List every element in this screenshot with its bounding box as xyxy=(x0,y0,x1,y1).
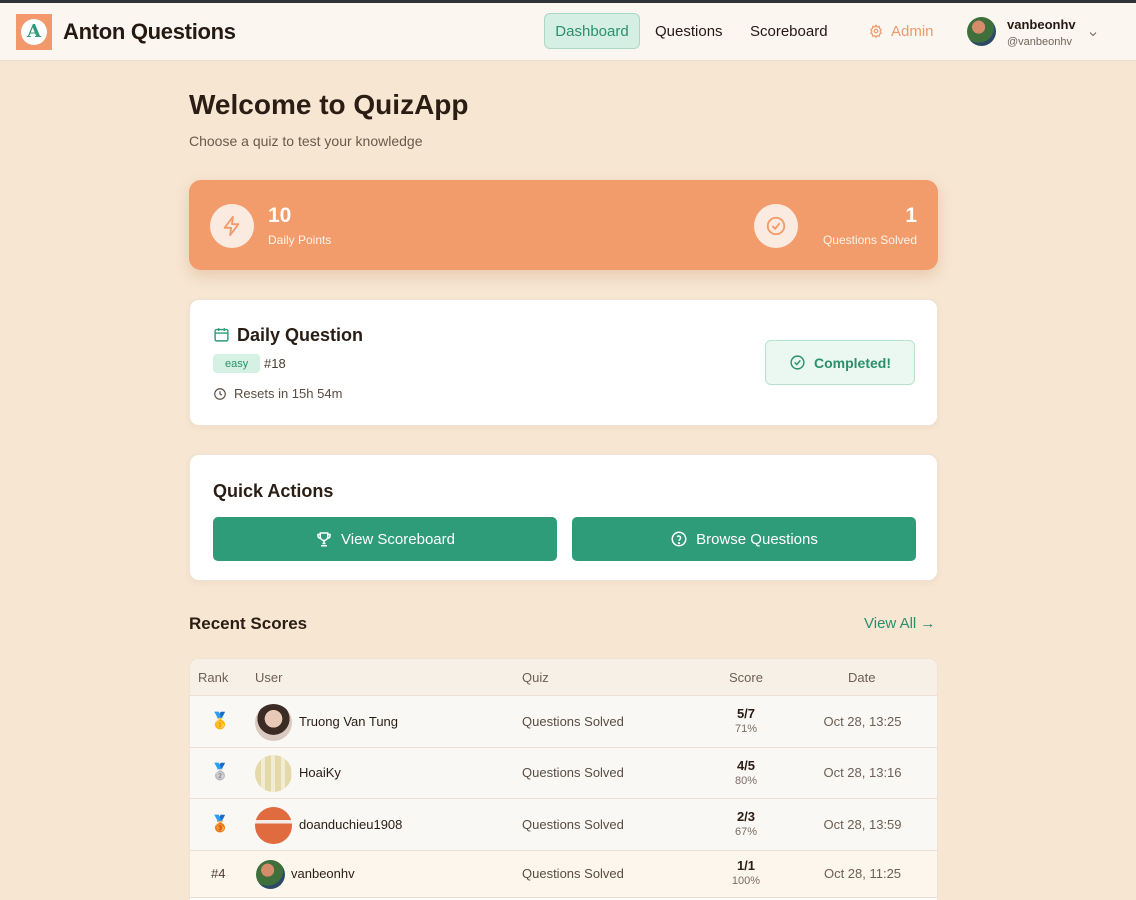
gear-icon xyxy=(869,24,883,38)
clock-icon xyxy=(214,388,226,400)
score-value: 1/1 xyxy=(736,858,756,873)
score-percent: 71% xyxy=(734,723,758,735)
browse-questions-label: Browse Questions xyxy=(696,530,818,548)
brand-name[interactable]: Anton Questions xyxy=(63,19,236,45)
silver-medal-icon: 🥈 xyxy=(210,764,230,781)
nav-admin[interactable]: Admin xyxy=(869,13,934,49)
app-logo[interactable]: A xyxy=(16,14,52,50)
col-user: User xyxy=(255,670,283,685)
completed-button[interactable]: Completed! xyxy=(765,340,915,385)
help-circle-icon xyxy=(671,531,687,547)
score-percent: 67% xyxy=(734,826,758,838)
nav-admin-label: Admin xyxy=(891,22,934,40)
quick-actions-card: Quick Actions View Scoreboard Browse Que… xyxy=(189,454,938,581)
quiz-name: Questions Solved xyxy=(522,817,624,832)
col-score: Score xyxy=(729,670,763,685)
chevron-down-icon[interactable] xyxy=(1087,28,1099,40)
bronze-medal-icon: 🥉 xyxy=(210,816,230,833)
daily-question-title: Daily Question xyxy=(237,325,364,345)
questions-solved-badge xyxy=(754,204,798,248)
calendar-icon xyxy=(214,328,229,342)
check-circle-icon xyxy=(790,355,805,370)
user-name: Truong Van Tung xyxy=(299,714,399,729)
avatar xyxy=(255,807,292,844)
user-avatar[interactable] xyxy=(967,17,996,46)
questions-solved-value: 1 xyxy=(905,204,917,227)
questions-solved-label: Questions Solved xyxy=(822,233,917,247)
nav-questions[interactable]: Questions xyxy=(655,13,723,49)
user-name: HoaiKy xyxy=(299,765,341,780)
view-scoreboard-label: View Scoreboard xyxy=(341,530,455,548)
daily-points-label: Daily Points xyxy=(268,233,332,247)
completed-label: Completed! xyxy=(814,354,891,371)
score-percent: 80% xyxy=(734,775,758,787)
score-date: Oct 28, 13:25 xyxy=(823,714,902,729)
table-header: Rank User Quiz Score Date xyxy=(190,659,937,696)
table-row[interactable]: 🥈 HoaiKy Questions Solved 4/5 80% Oct 28… xyxy=(190,748,937,799)
view-all-link[interactable]: View All → xyxy=(864,615,935,632)
user-handle: @vanbeonhv xyxy=(1007,36,1072,48)
page-title: Welcome to QuizApp xyxy=(189,89,469,120)
daily-points-badge xyxy=(210,204,254,248)
recent-scores-table: Rank User Quiz Score Date 🥇 Truong Van T… xyxy=(189,658,938,900)
trophy-icon xyxy=(317,532,331,547)
quiz-name: Questions Solved xyxy=(522,765,624,780)
check-circle-icon xyxy=(766,216,786,236)
question-number: #18 xyxy=(264,356,286,371)
table-row[interactable]: 🥇 Truong Van Tung Questions Solved 5/7 7… xyxy=(190,696,937,748)
quiz-name: Questions Solved xyxy=(522,714,624,729)
browse-questions-button[interactable]: Browse Questions xyxy=(572,517,916,561)
user-name: doanduchieu1908 xyxy=(299,817,403,832)
gold-medal-icon: 🥇 xyxy=(210,713,230,730)
score-value: 5/7 xyxy=(736,706,756,721)
quiz-name: Questions Solved xyxy=(522,866,624,881)
nav-scoreboard[interactable]: Scoreboard xyxy=(750,13,828,49)
daily-points-value: 10 xyxy=(268,204,292,227)
avatar xyxy=(255,755,292,792)
col-quiz: Quiz xyxy=(522,670,549,685)
reset-timer: Resets in 15h 54m xyxy=(234,386,343,401)
score-date: Oct 28, 11:25 xyxy=(823,866,902,881)
score-date: Oct 28, 13:59 xyxy=(823,817,902,832)
score-percent: 100% xyxy=(731,875,761,887)
col-rank: Rank xyxy=(198,670,229,685)
avatar xyxy=(255,704,292,741)
quick-actions-title: Quick Actions xyxy=(213,481,334,501)
top-nav-bar: A Anton Questions Dashboard Questions Sc… xyxy=(0,3,1136,61)
view-scoreboard-button[interactable]: View Scoreboard xyxy=(213,517,557,561)
table-row-current-user[interactable]: #4 vanbeonhv Questions Solved 1/1 100% O… xyxy=(190,851,937,898)
table-row[interactable]: 🥉 doanduchieu1908 Questions Solved 2/3 6… xyxy=(190,799,937,851)
daily-question-card[interactable]: Daily Question easy #18 Resets in 15h 54… xyxy=(189,299,938,426)
score-date: Oct 28, 13:16 xyxy=(823,765,902,780)
col-date: Date xyxy=(848,670,876,685)
nav-dashboard[interactable]: Dashboard xyxy=(544,13,640,49)
page-subtitle: Choose a quiz to test your knowledge xyxy=(189,133,423,149)
stats-card: 10 Daily Points 1 Questions Solved xyxy=(189,180,938,270)
score-value: 4/5 xyxy=(736,758,756,773)
logo-letter: A xyxy=(21,19,47,45)
avatar xyxy=(256,860,285,889)
lightning-icon xyxy=(223,215,240,237)
user-name[interactable]: vanbeonhv xyxy=(1007,17,1076,32)
user-name: vanbeonhv xyxy=(291,866,355,881)
recent-scores-title: Recent Scores xyxy=(189,614,308,633)
score-value: 2/3 xyxy=(736,809,756,824)
rank-number: #4 xyxy=(211,866,226,881)
difficulty-badge: easy xyxy=(213,354,261,373)
